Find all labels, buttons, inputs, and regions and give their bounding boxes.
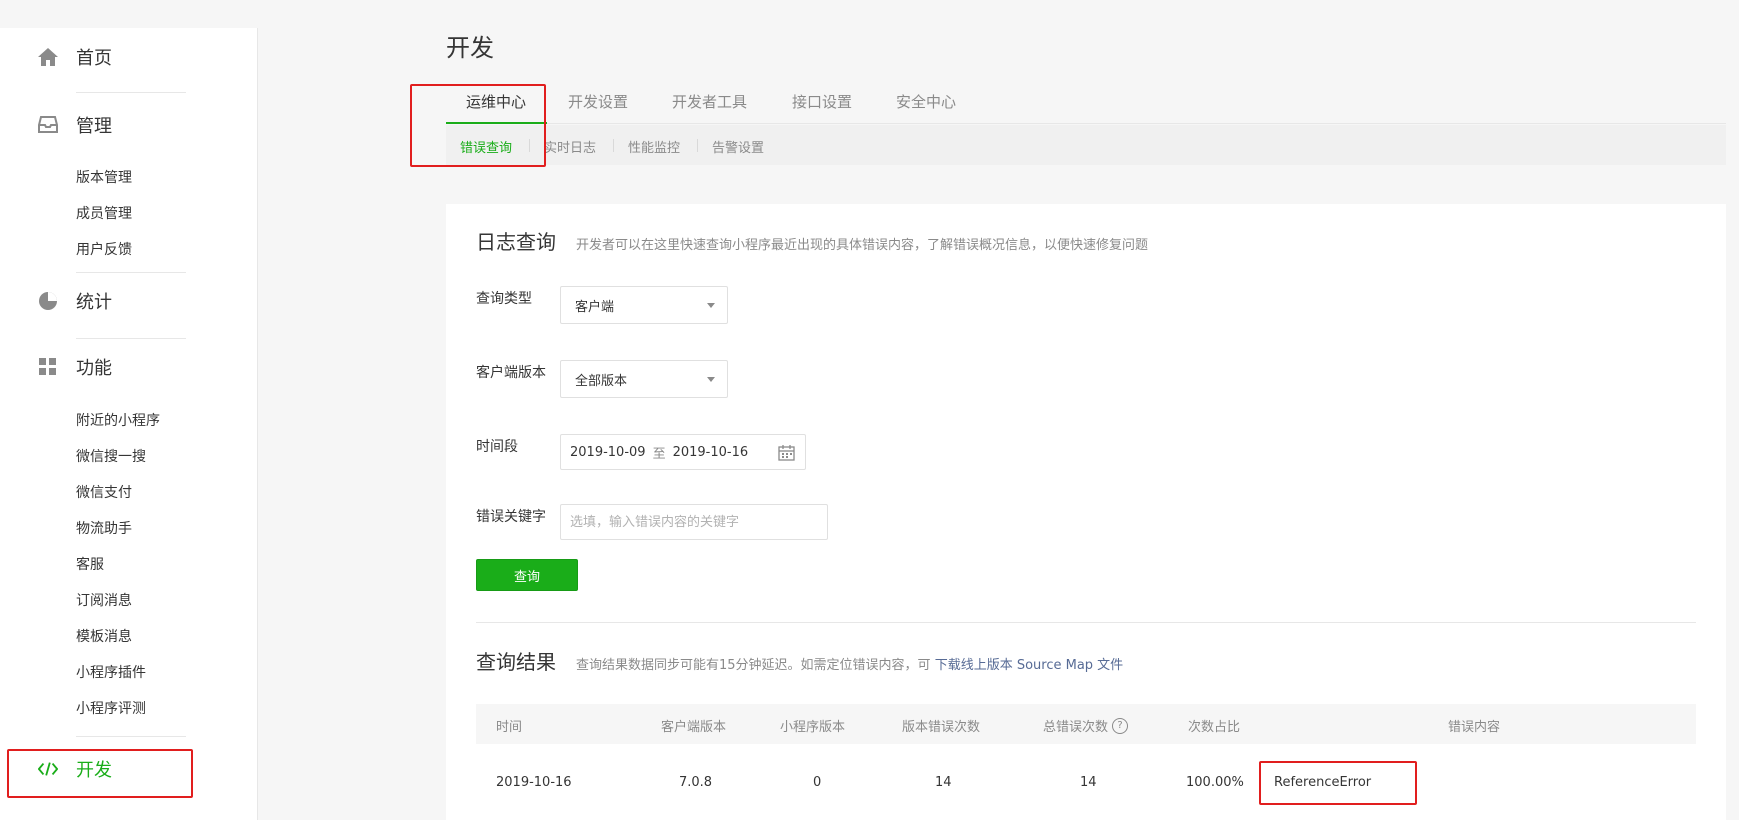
cell-total-errors: 14	[1080, 775, 1097, 790]
divider	[76, 272, 186, 273]
col-time: 时间	[496, 720, 523, 735]
help-icon[interactable]: ?	[1112, 717, 1129, 734]
query-button[interactable]: 查询	[476, 559, 578, 591]
inbox-icon	[38, 115, 58, 135]
cell-mp-version: 0	[813, 775, 822, 790]
subtab-realtime-log[interactable]: 实时日志	[544, 137, 596, 156]
subtab-bar: 错误查询 实时日志 性能监控 告警设置	[446, 125, 1726, 165]
sidebar-item-logistics[interactable]: 物流助手	[76, 518, 132, 538]
sidebar-item-label: 管理	[76, 116, 112, 137]
calendar-icon[interactable]	[778, 444, 795, 465]
divider	[76, 338, 186, 339]
cell-client-version: 7.0.8	[679, 775, 713, 790]
log-query-card: 日志查询 开发者可以在这里快速查询小程序最近出现的具体错误内容，了解错误概况信息…	[446, 204, 1726, 820]
section-title-results: 查询结果	[476, 650, 556, 674]
sidebar-item-subscribe-msg[interactable]: 订阅消息	[76, 590, 132, 610]
sidebar-item-label: 统计	[76, 292, 112, 313]
section-title-log-query: 日志查询	[476, 230, 556, 254]
select-client-version[interactable]: 全部版本	[560, 360, 728, 398]
tab-dev-tools[interactable]: 开发者工具	[672, 91, 747, 112]
date-to: 2019-10-16	[672, 444, 749, 460]
error-keyword-input[interactable]	[560, 504, 828, 540]
subtab-alert-settings[interactable]: 告警设置	[712, 137, 764, 156]
select-value: 客户端	[575, 299, 615, 315]
label-error-keyword: 错误关键字	[476, 509, 546, 525]
sidebar-item-plugins[interactable]: 小程序插件	[76, 662, 146, 682]
sidebar-item-customer-service[interactable]: 客服	[76, 554, 104, 574]
label-period: 时间段	[476, 439, 518, 455]
date-to-word: 至	[652, 446, 666, 462]
subtab-error-query[interactable]: 错误查询	[460, 137, 512, 156]
section-desc-log-query: 开发者可以在这里快速查询小程序最近出现的具体错误内容，了解错误概况信息，以便快速…	[576, 238, 1149, 253]
caret-down-icon	[707, 377, 715, 382]
sidebar-item-manage[interactable]: 管理	[38, 112, 112, 138]
section-desc-results: 查询结果数据同步可能有15分钟延迟。如需定位错误内容，可 下载线上版本 Sour…	[576, 654, 1123, 673]
col-ratio: 次数占比	[1188, 720, 1241, 735]
sidebar-item-nearby[interactable]: 附近的小程序	[76, 410, 160, 430]
sidebar-item-version-manage[interactable]: 版本管理	[76, 167, 132, 187]
table-header: 时间 客户端版本 小程序版本 版本错误次数 总错误次数 ? 次数占比 错误内容	[476, 704, 1696, 744]
pie-chart-icon	[38, 291, 58, 311]
sidebar-item-stats[interactable]: 统计	[38, 288, 112, 314]
col-total-errors-label: 总错误次数	[1043, 720, 1109, 735]
date-from: 2019-10-09	[570, 444, 646, 460]
sidebar: 首页 管理 版本管理 成员管理 用户反馈 统计 功能 附近的小程序 微信搜一搜 …	[0, 28, 258, 820]
separator	[697, 139, 698, 152]
date-range-picker[interactable]: 2019-10-09 至 2019-10-16	[560, 434, 806, 470]
cell-error-content[interactable]: ReferenceError	[1274, 775, 1371, 790]
main-content: 开发 运维中心 开发设置 开发者工具 接口设置 安全中心 错误查询 实时日志 性…	[258, 0, 1739, 820]
divider	[76, 736, 186, 737]
cell-ratio: 100.00%	[1186, 775, 1244, 790]
tab-bar: 运维中心 开发设置 开发者工具 接口设置 安全中心	[446, 88, 1726, 124]
active-tab-indicator	[446, 122, 547, 124]
sidebar-item-dev[interactable]: 开发	[38, 756, 112, 782]
select-query-type[interactable]: 客户端	[560, 286, 728, 324]
col-mp-version: 小程序版本	[780, 720, 846, 735]
sidebar-item-wechat-pay[interactable]: 微信支付	[76, 482, 132, 502]
sidebar-item-features[interactable]: 功能	[38, 354, 112, 380]
download-sourcemap-link[interactable]: 下载线上版本 Source Map 文件	[935, 658, 1123, 673]
tab-security-center[interactable]: 安全中心	[896, 91, 956, 112]
sidebar-item-wechat-search[interactable]: 微信搜一搜	[76, 446, 146, 466]
separator	[529, 139, 530, 152]
sidebar-item-evaluation[interactable]: 小程序评测	[76, 698, 146, 718]
tab-api-settings[interactable]: 接口设置	[792, 91, 852, 112]
sidebar-item-label: 首页	[76, 48, 112, 69]
col-error-content: 错误内容	[1448, 720, 1501, 735]
col-client-version: 客户端版本	[661, 720, 727, 735]
tab-ops-center[interactable]: 运维中心	[466, 91, 526, 112]
sidebar-item-template-msg[interactable]: 模板消息	[76, 626, 132, 646]
code-icon	[38, 759, 58, 779]
cell-time: 2019-10-16	[496, 775, 572, 790]
select-value: 全部版本	[575, 373, 628, 389]
page-title: 开发	[446, 34, 494, 62]
divider	[476, 622, 1696, 623]
separator	[613, 139, 614, 152]
tab-dev-settings[interactable]: 开发设置	[568, 91, 628, 112]
subtab-performance[interactable]: 性能监控	[628, 137, 680, 156]
sidebar-item-user-feedback[interactable]: 用户反馈	[76, 239, 132, 259]
sidebar-item-label: 开发	[76, 760, 112, 781]
sidebar-item-label: 功能	[76, 358, 112, 379]
results-desc-text: 查询结果数据同步可能有15分钟延迟。如需定位错误内容，可	[576, 658, 931, 673]
home-icon	[38, 47, 58, 67]
sidebar-item-member-manage[interactable]: 成员管理	[76, 203, 132, 223]
cell-version-errors: 14	[935, 775, 952, 790]
divider	[76, 92, 186, 93]
col-version-errors: 版本错误次数	[902, 720, 981, 735]
caret-down-icon	[707, 303, 715, 308]
label-query-type: 查询类型	[476, 291, 532, 307]
col-total-errors: 总错误次数 ?	[1043, 716, 1129, 735]
sidebar-item-home[interactable]: 首页	[38, 44, 112, 70]
grid-icon	[38, 357, 58, 377]
label-client-version: 客户端版本	[476, 365, 546, 381]
